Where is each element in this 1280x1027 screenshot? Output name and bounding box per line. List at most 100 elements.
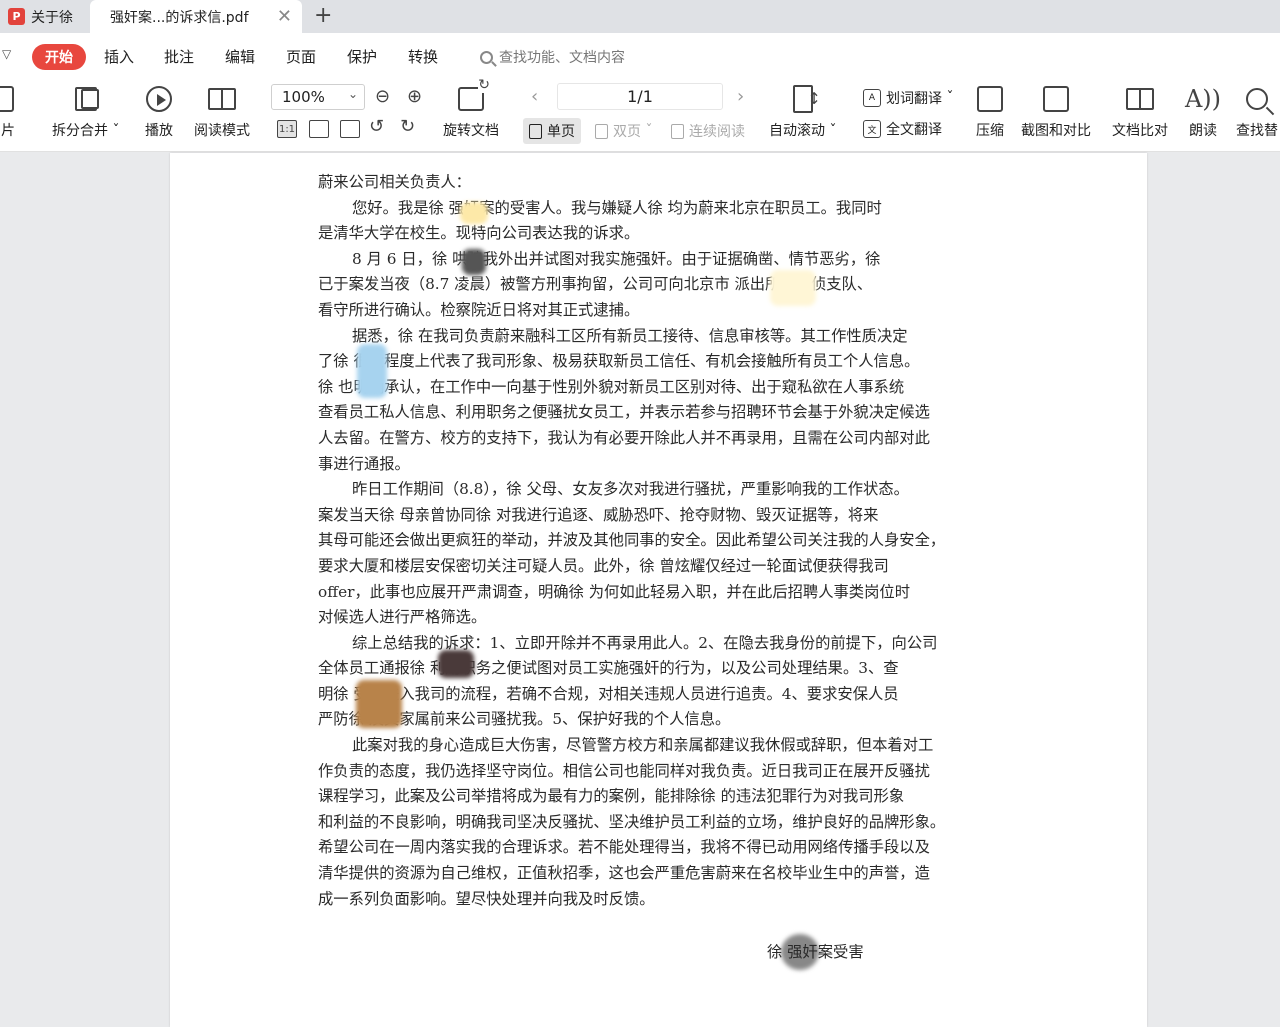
tab-label: 强奸案...的诉求信.pdf [110,9,249,26]
new-tab-icon[interactable]: + [314,3,332,28]
image-button[interactable]: 图片 [0,84,16,140]
split-merge-icon [74,87,99,111]
document-line: 查看员工私人信息、利用职务之便骚扰女员工，并表示若参与招聘环节会基于外貌决定候选 [318,403,930,422]
redaction-blur [357,344,387,398]
menu-page[interactable]: 页面 [286,46,316,70]
rotate-left-icon[interactable]: ↺ [369,116,384,137]
menu-convert[interactable]: 转换 [408,46,438,70]
document-line: 据悉，徐 在我司负责蔚来融科工区所有新员工接待、信息审核等。其工作性质决定 [352,326,908,345]
screenshot-compare-button[interactable]: 截图和对比 [1021,84,1091,140]
document-line: offer，此事也应展开严肃调查，明确徐 为何如此轻易入职，并在此后招聘人事类岗… [318,582,910,601]
previous-page-icon[interactable]: ‹ [531,86,538,107]
double-page-icon [595,123,608,139]
close-icon[interactable]: ✕ [277,6,292,27]
document-line: 要求大厦和楼层安保密切关注可疑人员。此外，徐 曾炫耀仅经过一轮面试便获得我司 [318,556,889,575]
translate-icon: A [863,89,881,107]
image-icon [0,86,14,112]
zoom-out-icon[interactable]: ⊖ [375,86,390,107]
word-translate-button[interactable]: A 划词翻译 ˇ [863,88,953,108]
zoom-select[interactable]: 100% ⌄ [271,84,365,110]
redaction-blur [356,680,402,728]
rotate-icon [458,77,490,111]
document-line: 严防徐 及其家属前来公司骚扰我。5、保护好我的个人信息。 [318,710,731,729]
play-button[interactable]: 播放 [144,84,174,140]
play-icon [146,86,172,112]
document-line: 明徐 受聘进入我司的流程，若确不合规，对相关违规人员进行追责。4、要求安保人员 [318,684,899,703]
menu-annotate[interactable]: 批注 [164,46,194,70]
tab-about[interactable]: P 关于徐 [0,0,90,33]
document-line: 已于案发当夜（8.7 凌晨）被警方刑事拘留，公司可向北京市 派出所、刑侦支队、 [318,275,873,294]
zoom-in-icon[interactable]: ⊕ [407,86,422,107]
speaker-icon: A)) [1184,85,1222,113]
book-icon [208,88,236,110]
redaction-blur [438,650,474,678]
document-line: 徐 也明确承认，在工作中一向基于性别外貌对新员工区别对待、出于窥私欲在人事系统 [318,377,905,396]
single-page-icon [529,123,542,139]
document-line: 清华提供的资源为自己维权，正值秋招季，这也会严重危害蔚来在名校毕业生中的声誉，造 [318,864,930,883]
chevron-down-icon: ⌄ [347,87,358,101]
signature-line: 徐 强奸案受害 [767,943,864,961]
document-line: 此案对我的身心造成巨大伤害，尽管警方校方和亲属都建议我休假或辞职，但本着对工 [352,736,934,755]
redaction-blur [460,202,488,224]
auto-scroll-button[interactable]: 自动滚动 ˇ [769,84,836,140]
find-replace-button[interactable]: 查找替 [1236,84,1278,140]
full-translate-button[interactable]: 文 全文翻译 [863,119,942,139]
document-line: 其母可能还会做出更疯狂的举动，并波及其他同事的安全。因此希望公司关注我的人身安全… [318,531,946,550]
search-icon [1246,88,1268,110]
document-line: 课程学习，此案及公司举措将成为最有力的案例，能排除徐 的违法犯罪行为对我司形象 [318,787,905,806]
feature-search[interactable]: 查找功能、文档内容 [480,47,625,67]
tab-label: 关于徐 [31,9,73,26]
document-line: 希望公司在一周内落实我的合理诉求。若不能处理得当，我将不得已动用网络传播手段以及 [318,838,930,857]
search-placeholder: 查找功能、文档内容 [499,50,625,66]
document-line: 是清华大学在校生。现特向公司表达我的诉求。 [318,224,640,243]
document-line: 事进行通报。 [318,454,410,473]
zoom-value: 100% [282,88,325,106]
next-page-icon[interactable]: › [737,86,744,107]
document-line: 成一系列负面影响。望尽快处理并向我及时反馈。 [318,889,655,908]
continuous-read-button[interactable]: 连续阅读 [665,118,751,144]
fit-width-icon[interactable] [340,120,360,138]
fit-page-icon[interactable] [309,120,329,138]
menu-edit[interactable]: 编辑 [225,46,255,70]
document-line: 作负责的态度，我仍选择坚守岗位。相信公司也能同样对我负责。近日我司正在展开反骚扰 [318,761,930,780]
rotate-right-icon[interactable]: ↻ [400,116,415,137]
pdf-icon: P [8,8,25,25]
menu-insert[interactable]: 插入 [104,46,134,70]
read-mode-button[interactable]: 阅读模式 [194,84,250,140]
document-line: 蔚来公司相关负责人： [318,173,471,191]
document-body: 蔚来公司相关负责人： 您好。我是徐 强奸案的受害人。我与嫌疑人徐 均为蔚来北京在职… [318,170,1000,912]
document-line: 了徐 很大程度上代表了我司形象、极易获取新员工信任、有机会接触所有员工个人信息。 [318,352,920,371]
document-line: 人去留。在警方、校方的支持下，我认为有必要开除此人并不再录用，且需在公司内部对此 [318,428,930,447]
redaction-blur [770,270,816,306]
page-number-field[interactable]: 1/1 [557,83,723,110]
menu-start[interactable]: 开始 [32,44,86,70]
document-line: 案发当天徐 母亲曾协同徐 对我进行追逐、威胁恐吓、抢夺财物、毁灭证据等，将来 [318,505,879,524]
document-line: 昨日工作期间（8.8），徐 父母、女友多次对我进行骚扰，严重影响我的工作状态。 [352,480,909,499]
document-line: 您好。我是徐 强奸案的受害人。我与嫌疑人徐 均为蔚来北京在职员工。我同时 [352,198,882,217]
read-aloud-button[interactable]: A)) 朗读 [1184,84,1222,140]
rotate-document-button[interactable]: 旋转文档 [443,77,499,140]
redaction-blur [462,249,486,275]
chevron-down-icon[interactable]: ▽ [2,47,11,61]
tab-current-document[interactable]: 强奸案...的诉求信.pdf ✕ [90,0,302,33]
actual-size-icon[interactable]: 1:1 [277,120,297,138]
continuous-icon [671,123,684,139]
compare-icon [1126,88,1154,110]
auto-scroll-icon [792,85,821,113]
compress-button[interactable]: 压缩 [975,84,1005,140]
single-page-button[interactable]: 单页 [523,118,581,144]
compress-icon [977,86,1003,112]
menu-protect[interactable]: 保护 [347,46,377,70]
split-merge-button[interactable]: 拆分合并 ˇ [52,84,119,140]
screenshot-icon [1043,86,1069,112]
document-line: 看守所进行确认。检察院近日将对其正式逮捕。 [318,300,640,319]
document-line: 8 月 6 日，徐 哄骗我外出并试图对我实施强奸。由于证据确凿、情节恶劣，徐 [352,249,881,268]
document-line: 和利益的不良影响，明确我司坚决反骚扰、坚决维护员工利益的立场，维护良好的品牌形象… [318,812,946,831]
search-icon [480,50,493,64]
document-line: 对候选人进行严格筛选。 [318,608,487,627]
document-line: 综上总结我的诉求：1、立即开除并不再录用此人。2、在隐去我身份的前提下，向公司 [352,633,938,652]
full-translate-icon: 文 [863,120,881,138]
document-line: 全体员工通报徐 利用职务之便试图对员工实施强奸的行为，以及公司处理结果。3、查 [318,659,899,678]
document-compare-button[interactable]: 文档比对 [1112,84,1168,140]
double-page-button[interactable]: 双页 ˇ [589,118,658,144]
